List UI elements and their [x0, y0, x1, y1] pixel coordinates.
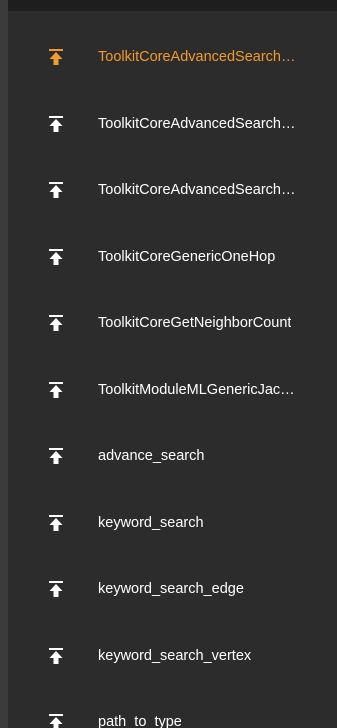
upload-icon [48, 115, 64, 133]
panel-header-bar [8, 0, 337, 11]
list-item[interactable]: ToolkitCoreGenericOneHop [8, 224, 337, 291]
list-item-label: path_to_type [98, 714, 182, 728]
upload-icon [48, 580, 64, 598]
list-item-label: advance_search [98, 448, 205, 465]
query-list: ToolkitCoreAdvancedSearch… ToolkitCoreAd… [8, 24, 337, 728]
upload-icon [48, 48, 64, 66]
list-item-label: ToolkitCoreAdvancedSearch… [98, 182, 296, 199]
list-item-label: ToolkitCoreGenericOneHop [98, 248, 276, 265]
list-item[interactable]: advance_search [8, 423, 337, 490]
list-item[interactable]: ToolkitCoreAdvancedSearch… [8, 91, 337, 158]
list-item-label: keyword_search_vertex [98, 647, 252, 664]
list-item[interactable]: path_to_type [8, 689, 337, 728]
list-item-label: keyword_search_edge [98, 581, 244, 598]
upload-icon [48, 248, 64, 266]
list-item[interactable]: keyword_search [8, 490, 337, 557]
list-item[interactable]: ToolkitCoreAdvancedSearch… [8, 157, 337, 224]
panel-edge [0, 0, 8, 728]
list-item[interactable]: keyword_search_vertex [8, 623, 337, 690]
list-item-label: ToolkitCoreAdvancedSearch… [98, 49, 296, 66]
list-item-label: keyword_search [98, 514, 204, 531]
upload-icon [48, 713, 64, 728]
upload-icon [48, 447, 64, 465]
upload-icon [48, 381, 64, 399]
upload-icon [48, 314, 64, 332]
list-item-label: ToolkitModuleMLGenericJac… [98, 381, 295, 398]
list-item[interactable]: keyword_search_edge [8, 556, 337, 623]
list-item[interactable]: ToolkitCoreGetNeighborCount [8, 290, 337, 357]
list-item-label: ToolkitCoreAdvancedSearch… [98, 115, 296, 132]
upload-icon [48, 647, 64, 665]
upload-icon [48, 514, 64, 532]
list-item[interactable]: ToolkitCoreAdvancedSearch… [8, 24, 337, 91]
upload-icon [48, 181, 64, 199]
list-item-label: ToolkitCoreGetNeighborCount [98, 315, 292, 332]
list-item[interactable]: ToolkitModuleMLGenericJac… [8, 357, 337, 424]
query-list-panel: ToolkitCoreAdvancedSearch… ToolkitCoreAd… [0, 0, 337, 728]
